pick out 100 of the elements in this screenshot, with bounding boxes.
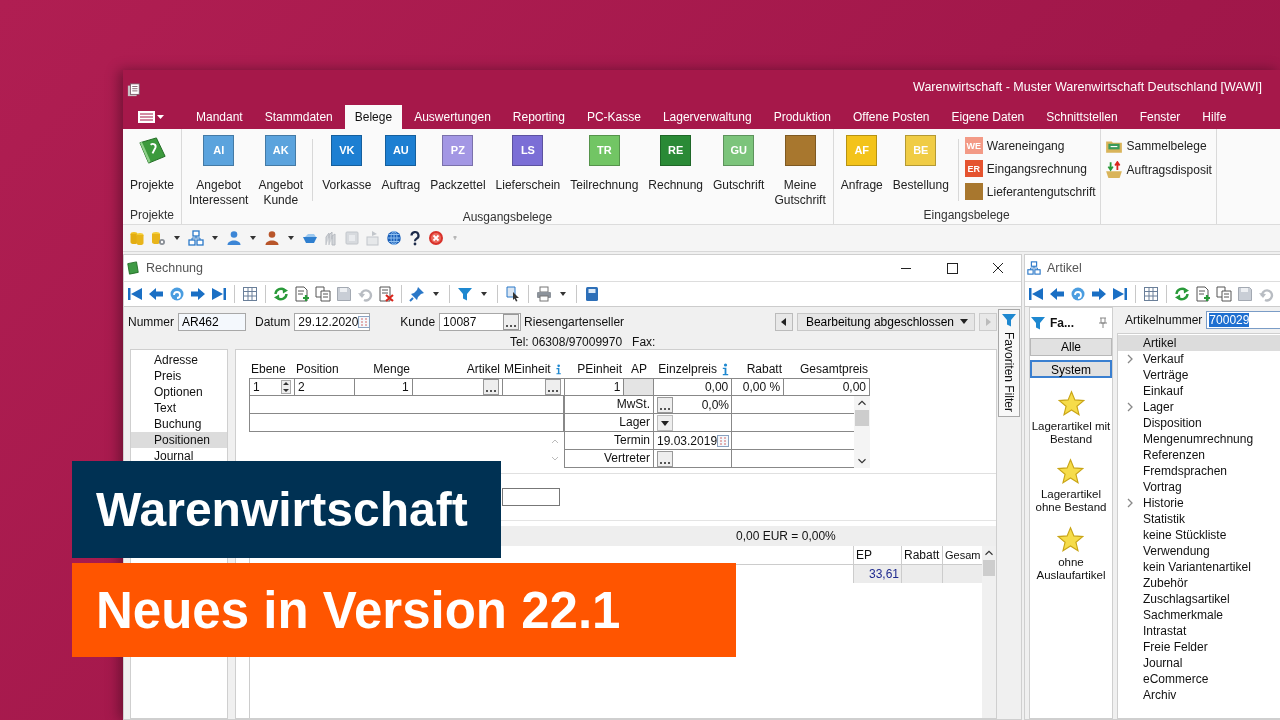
calendar-icon[interactable] (358, 315, 371, 328)
menu-tab[interactable]: Auswertungen (404, 105, 501, 129)
ellipsis-button[interactable] (482, 379, 499, 395)
favorites-filter-tab[interactable]: Favoriten Filter (998, 309, 1020, 418)
copy-icon[interactable] (315, 286, 331, 302)
status-dropdown[interactable]: Bearbeitung abgeschlossen (796, 312, 975, 331)
notebook-icon[interactable] (584, 286, 600, 302)
ribbon-button[interactable]: Sammelbelege (1102, 136, 1214, 156)
favorite-filter-label[interactable]: ohne Auslaufartikel (1036, 556, 1106, 582)
ribbon-button[interactable]: AK Angebot Kunde (253, 133, 309, 210)
caret-icon[interactable] (433, 292, 439, 296)
copy-icon[interactable] (1216, 286, 1232, 302)
tree-item[interactable]: Verwendung (1118, 543, 1280, 559)
expand-icon[interactable] (1126, 354, 1134, 364)
calendar-icon[interactable] (717, 434, 730, 447)
previous-arrow-icon[interactable] (1049, 286, 1065, 302)
input-field[interactable] (502, 488, 560, 506)
section-list-item[interactable]: Journal (131, 448, 227, 464)
next-arrow-icon[interactable] (1091, 286, 1107, 302)
menu-tab[interactable]: Eigene Daten (941, 105, 1035, 129)
database-gear-icon[interactable] (150, 230, 166, 246)
section-list-item[interactable]: Buchung (131, 416, 227, 432)
scroll-thumb[interactable] (855, 410, 869, 426)
tree-item[interactable]: Mengenumrechnung (1118, 431, 1280, 447)
star-icon[interactable] (1057, 458, 1085, 485)
favorite-filter-label[interactable]: Lagerartikel mit Bestand (1031, 420, 1111, 446)
tree-item[interactable]: kein Variantenartikel (1118, 559, 1280, 575)
menu-tab[interactable]: Mandant (186, 105, 253, 129)
caret-icon[interactable] (560, 292, 566, 296)
globe-icon[interactable] (386, 230, 402, 246)
date-field[interactable]: 29.12.2020 (294, 312, 371, 331)
menu-tab[interactable]: Offene Posten (843, 105, 940, 129)
ellipsis-button[interactable] (657, 396, 673, 413)
print-icon[interactable] (536, 286, 552, 302)
refresh-icon[interactable] (273, 286, 289, 302)
add-document-icon[interactable] (294, 286, 310, 302)
menu-tab[interactable]: Stammdaten (254, 105, 343, 129)
scrollbar[interactable] (982, 546, 996, 718)
ribbon-button[interactable]: AU Auftrag (376, 133, 426, 210)
tree-item[interactable]: Referenzen (1118, 447, 1280, 463)
section-list-item[interactable]: Positionen (131, 432, 227, 448)
caret-icon[interactable] (250, 236, 256, 240)
refresh-icon[interactable] (1174, 286, 1190, 302)
section-list-item[interactable]: Text (131, 400, 227, 416)
tree-item[interactable]: Verkauf (1118, 351, 1280, 367)
section-list-item[interactable]: Optionen (131, 384, 227, 400)
menu-tab[interactable]: Schnittstellen (1036, 105, 1128, 129)
menu-tab[interactable]: Produktion (763, 105, 841, 129)
tree-item[interactable]: Freie Felder (1118, 639, 1280, 655)
ellipsis-button[interactable] (657, 450, 673, 467)
pin-icon[interactable] (409, 286, 425, 302)
caret-icon[interactable] (481, 292, 487, 296)
filter-button[interactable]: Alle (1030, 338, 1112, 356)
ribbon-button[interactable]: LS Lieferschein (490, 133, 566, 210)
tree-item[interactable]: Lager (1118, 399, 1280, 415)
ribbon-button[interactable]: AF Anfrage (835, 133, 888, 195)
ribbon-button[interactable]: Projekte (125, 133, 180, 195)
ribbon-button[interactable]: GU Gutschrift (708, 133, 770, 210)
table-icon[interactable] (1143, 286, 1159, 302)
app-icon[interactable] (127, 83, 141, 97)
menu-tab[interactable]: Belege (344, 105, 403, 129)
scroll-thumb[interactable] (983, 560, 995, 576)
caret-icon[interactable] (288, 236, 294, 240)
person-icon[interactable] (264, 230, 280, 246)
tree-item[interactable]: Sachmerkmale (1118, 607, 1280, 623)
number-field[interactable]: AR462 (178, 312, 246, 331)
first-record-icon[interactable] (1028, 286, 1044, 302)
menu-tab[interactable]: Hilfe (1192, 105, 1237, 129)
tree-item[interactable]: Artikel (1118, 335, 1280, 351)
first-record-icon[interactable] (127, 286, 143, 302)
filter-icon[interactable] (457, 286, 473, 302)
network-icon[interactable] (188, 230, 204, 246)
menu-tab[interactable]: Fenster (1129, 105, 1191, 129)
customer-field[interactable]: 10087 (439, 312, 522, 331)
section-list-item[interactable]: Adresse (131, 352, 227, 368)
ribbon-button[interactable]: Auftragsdisposit (1102, 160, 1214, 180)
ribbon-button[interactable]: PZ Packzettel (425, 133, 491, 210)
tree-item[interactable]: keine Stückliste (1118, 527, 1280, 543)
pin-icon[interactable] (1098, 317, 1108, 329)
stop-icon[interactable] (428, 230, 444, 246)
ribbon-button[interactable]: RE Rechnung (643, 133, 709, 210)
tree-item[interactable]: Historie (1118, 495, 1280, 511)
section-list-item[interactable]: Preis (131, 368, 227, 384)
next-arrow-icon[interactable] (190, 286, 206, 302)
tree-item[interactable]: Zuschlagsartikel (1118, 591, 1280, 607)
table-icon[interactable] (242, 286, 258, 302)
caret-icon[interactable] (212, 236, 218, 240)
previous-arrow-icon[interactable] (148, 286, 164, 302)
tree-item[interactable]: Vortrag (1118, 479, 1280, 495)
menu-tab[interactable]: Lagerverwaltung (652, 105, 762, 129)
ellipsis-button[interactable] (503, 313, 520, 330)
tree-item[interactable]: Fremdsprachen (1118, 463, 1280, 479)
filter-button[interactable]: System (1030, 360, 1112, 378)
ribbon-button[interactable]: TR Teilrechnung (565, 133, 644, 210)
cursor-document-icon[interactable] (505, 286, 521, 302)
ribbon-button[interactable]: VK Vorkasse (317, 133, 377, 210)
tree-item[interactable]: Verträge (1118, 367, 1280, 383)
favorite-filter-label[interactable]: Lagerartikel ohne Bestand (1035, 488, 1107, 514)
star-icon[interactable] (1057, 390, 1085, 417)
expand-icon[interactable] (1126, 402, 1134, 412)
